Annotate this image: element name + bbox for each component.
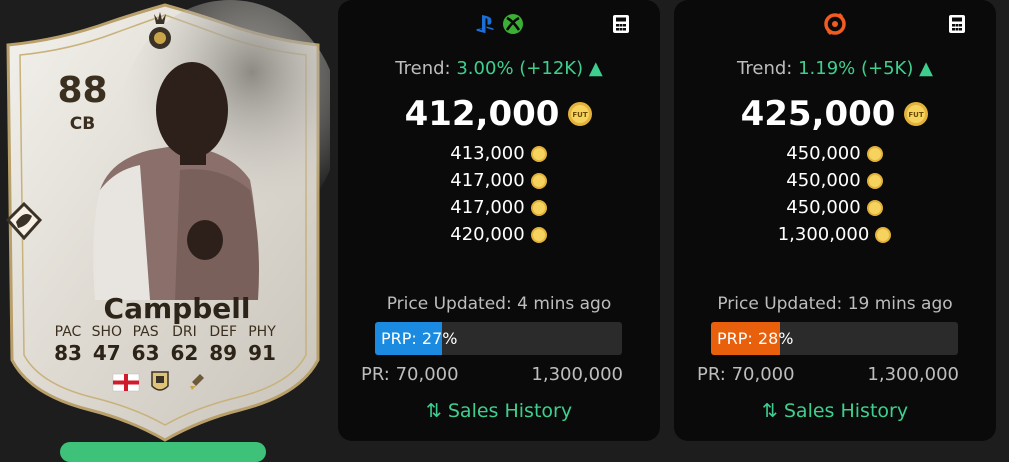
listing-price: 450,000 <box>786 197 861 218</box>
player-rating: 88 <box>57 70 108 111</box>
calculator-icon[interactable] <box>612 14 630 34</box>
nation-flag-icon <box>112 373 140 392</box>
stat-value: 63 <box>131 341 160 365</box>
list-item: 450,000 <box>674 194 996 221</box>
xbox-icon <box>503 14 523 34</box>
stat-def: DEF 89 <box>205 324 241 365</box>
coin-label: FUT <box>573 111 588 119</box>
origin-icon <box>824 12 846 36</box>
lowest-price-value: 412,000 <box>404 94 560 134</box>
price-range: PR: 70,000 1,300,000 <box>361 364 623 385</box>
stat-sho: SHO 47 <box>89 324 125 365</box>
coin-icon <box>875 226 892 243</box>
coin-icon <box>866 145 883 162</box>
pc-price-panel: Trend: 1.19% (+5K) ▲ 425,000 FUT 450,000… <box>674 0 996 441</box>
price-trend: Trend: 1.19% (+5K) ▲ <box>674 58 996 79</box>
stat-value: 83 <box>54 341 82 365</box>
stat-pac: PAC 83 <box>50 324 86 365</box>
playstation-icon <box>476 15 494 33</box>
calculator-icon[interactable] <box>948 14 966 34</box>
stat-label: PHY <box>248 324 276 340</box>
price-range: PR: 70,000 1,300,000 <box>697 364 959 385</box>
prp-label: PRP: 27% <box>381 329 458 348</box>
stat-label: SHO <box>91 324 123 340</box>
price-range-min: PR: 70,000 <box>697 364 795 385</box>
club-badge-icon <box>151 371 169 391</box>
lowest-price-value: 425,000 <box>740 94 896 134</box>
price-range-max: 1,300,000 <box>867 364 959 385</box>
player-name: Campbell <box>103 292 251 325</box>
prp-label: PRP: 28% <box>717 329 794 348</box>
list-item: 1,300,000 <box>674 221 996 248</box>
trend-label: Trend: <box>395 58 451 79</box>
stat-dri: DRI 62 <box>166 324 202 365</box>
lowest-price: 425,000 FUT <box>674 94 996 134</box>
coin-icon <box>866 199 883 216</box>
listing-price: 417,000 <box>450 197 525 218</box>
price-range-max: 1,300,000 <box>531 364 623 385</box>
stat-phy: PHY 91 <box>244 324 280 365</box>
listing-price: 1,300,000 <box>777 224 870 245</box>
list-item: 413,000 <box>338 140 660 167</box>
listing-price: 413,000 <box>450 143 525 164</box>
price-trend: Trend: 3.00% (+12K) ▲ <box>338 58 660 79</box>
listing-price: 450,000 <box>786 143 861 164</box>
list-item: 450,000 <box>674 167 996 194</box>
console-price-panel: Trend: 3.00% (+12K) ▲ 412,000 FUT 413,00… <box>338 0 660 441</box>
listing-price: 417,000 <box>450 170 525 191</box>
trend-value: 1.19% (+5K) <box>798 58 914 79</box>
price-range-min: PR: 70,000 <box>361 364 459 385</box>
trend-up-icon: ▲ <box>588 58 603 79</box>
prp-bar: PRP: 27% <box>375 322 622 355</box>
prp-bar: PRP: 28% <box>711 322 958 355</box>
coin-icon: FUT <box>904 102 929 126</box>
card-background <box>5 0 330 442</box>
sales-history-label: Sales History <box>783 400 909 422</box>
trend-up-icon: ▲ <box>919 58 933 79</box>
stat-value: 62 <box>170 341 199 365</box>
listing-price: 420,000 <box>450 224 525 245</box>
trend-label: Trend: <box>737 58 793 79</box>
sort-arrows-icon: ⇅ <box>425 400 442 422</box>
sales-history-link[interactable]: ⇅ Sales History <box>338 400 660 422</box>
price-listings: 413,000 417,000 417,000 420,000 <box>338 140 660 248</box>
player-stats: PAC 83 SHO 47 PAS 63 DRI 62 DEF 89 PHY 91 <box>50 324 280 365</box>
stat-value: 89 <box>209 341 238 365</box>
lowest-price: 412,000 FUT <box>338 94 660 134</box>
coin-icon <box>530 145 547 162</box>
price-updated: Price Updated: 19 mins ago <box>717 294 953 314</box>
stat-label: DEF <box>209 324 238 340</box>
price-listings: 450,000 450,000 450,000 1,300,000 <box>674 140 996 248</box>
stat-label: PAS <box>132 324 159 340</box>
stat-label: DRI <box>172 324 197 340</box>
stat-pas: PAS 63 <box>128 324 164 365</box>
stat-label: PAC <box>54 324 82 340</box>
list-item: 417,000 <box>338 167 660 194</box>
coin-icon <box>530 226 547 243</box>
player-position: CB <box>69 114 96 134</box>
list-item: 417,000 <box>338 194 660 221</box>
price-updated: Price Updated: 4 mins ago <box>386 294 612 314</box>
coin-label: FUT <box>909 111 924 119</box>
coin-icon <box>866 172 883 189</box>
listing-price: 450,000 <box>786 170 861 191</box>
trend-value: 3.00% (+12K) <box>456 58 584 79</box>
coin-icon: FUT <box>568 102 593 126</box>
coin-icon <box>530 172 547 189</box>
stat-value: 47 <box>92 341 121 365</box>
player-card[interactable]: 88 CB Campbell PAC 83 SHO 47 PAS 63 DRI 62 D… <box>0 0 330 450</box>
list-item: 450,000 <box>674 140 996 167</box>
sales-history-link[interactable]: ⇅ Sales History <box>674 400 996 422</box>
list-item: 420,000 <box>338 221 660 248</box>
action-button[interactable] <box>60 442 266 462</box>
stat-value: 91 <box>248 341 276 365</box>
sales-history-label: Sales History <box>447 400 573 422</box>
sort-arrows-icon: ⇅ <box>761 400 778 422</box>
coin-icon <box>530 199 547 216</box>
